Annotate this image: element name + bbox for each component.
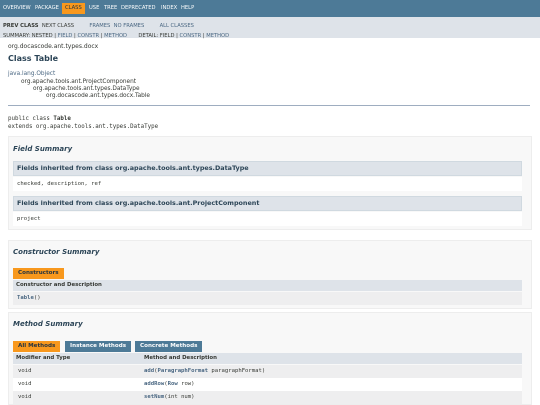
nav-use[interactable]: Use xyxy=(89,3,99,14)
nav-index[interactable]: Index xyxy=(161,3,177,14)
sub-navbar: Prev Class Next Class Frames No Frames A… xyxy=(0,17,540,39)
declaration-prefix: public class xyxy=(8,116,54,122)
method-modifier: void xyxy=(18,368,32,374)
fields-inherited-datatype-list: checked, description, ref xyxy=(13,177,522,191)
detail-field: Field xyxy=(159,33,175,39)
constructor-table-link[interactable]: Table xyxy=(17,295,34,301)
next-class-link[interactable]: Next Class xyxy=(42,23,74,29)
inheritance-object-link[interactable]: java.lang.Object xyxy=(8,71,55,77)
method-signature: add(ParagraphFormat paragraphFormat) xyxy=(144,368,266,374)
nav-help[interactable]: Help xyxy=(181,3,194,14)
summary-field-link[interactable]: Field xyxy=(58,33,73,39)
tab-instance-methods[interactable]: Instance Methods xyxy=(65,341,132,352)
constructor-summary-title: Constructor Summary xyxy=(13,248,100,256)
param-type-link[interactable]: Row xyxy=(168,381,178,387)
summary-method-link[interactable]: Method xyxy=(104,33,127,39)
field-summary-title: Field Summary xyxy=(13,145,73,153)
method-params: paragraphFormat) xyxy=(208,368,266,374)
class-declaration: public class Table xyxy=(8,116,71,122)
method-params: int num) xyxy=(167,394,195,400)
inheritance-project-component: org.apache.tools.ant.ProjectComponent xyxy=(21,79,137,85)
tab-all-methods[interactable]: All Methods xyxy=(13,341,61,352)
tab-constructors[interactable]: Constructors xyxy=(13,268,64,279)
param-type-link[interactable]: ParagraphFormat xyxy=(157,368,208,374)
divider xyxy=(8,105,530,106)
detail-constr-link[interactable]: Constr xyxy=(180,33,202,39)
inheritance-data-type: org.apache.tools.ant.types.DataType xyxy=(33,86,140,92)
method-setnum-link[interactable]: setNum xyxy=(144,394,164,400)
table-row: void addRow(Row row) xyxy=(13,378,522,391)
package-name: org.docascode.ant.types.docx xyxy=(8,43,99,50)
summary-label: Summary: xyxy=(3,33,31,39)
frames-link[interactable]: Frames xyxy=(89,23,110,29)
col-method-and-description: Method and Description xyxy=(144,355,217,361)
constructor-params: () xyxy=(33,295,41,301)
method-addrow-link[interactable]: addRow xyxy=(144,381,164,387)
method-signature: setNum(int num) xyxy=(144,394,195,400)
page-title: Class Table xyxy=(8,54,59,63)
method-add-link[interactable]: add xyxy=(144,368,154,374)
nav-package[interactable]: Package xyxy=(35,3,59,14)
tab-concrete-methods[interactable]: Concrete Methods xyxy=(135,341,203,352)
detail-method-link[interactable]: Method xyxy=(206,33,229,39)
nav-tree[interactable]: Tree xyxy=(104,3,117,14)
method-signature: addRow(Row row) xyxy=(144,381,195,387)
nav-class[interactable]: Class xyxy=(62,3,85,14)
detail-label: Detail: xyxy=(138,33,159,39)
method-modifier: void xyxy=(18,381,32,387)
fields-inherited-projectcomponent-list: project xyxy=(13,212,522,226)
fields-inherited-projectcomponent-heading: Fields inherited from class org.apache.t… xyxy=(13,196,522,211)
table-row: Table() xyxy=(13,292,522,305)
method-summary-title: Method Summary xyxy=(13,320,83,328)
no-frames-link[interactable]: No Frames xyxy=(114,23,145,29)
summary-nested: Nested xyxy=(31,33,53,39)
class-extends: extends org.apache.tools.ant.types.DataT… xyxy=(8,124,159,130)
declaration-class-name: Table xyxy=(53,116,71,122)
method-params: row) xyxy=(177,381,195,387)
subnav-row-2: Summary: Nested | Field | Constr | Metho… xyxy=(3,33,230,39)
col-modifier-and-type: Modifier and Type xyxy=(16,355,71,361)
constructor-column-header: Constructor and Description xyxy=(13,280,522,291)
fields-inherited-datatype-heading: Fields inherited from class org.apache.t… xyxy=(13,161,522,176)
all-classes-link[interactable]: All Classes xyxy=(160,23,194,29)
nav-overview[interactable]: Overview xyxy=(3,3,31,14)
prev-class-link[interactable]: Prev Class xyxy=(3,23,39,29)
summary-constr-link[interactable]: Constr xyxy=(77,33,99,39)
method-column-header: Modifier and Type Method and Description xyxy=(13,353,522,364)
method-modifier: void xyxy=(18,394,32,400)
table-row: void add(ParagraphFormat paragraphFormat… xyxy=(13,365,522,378)
table-row: void setNum(int num) xyxy=(13,391,522,404)
inheritance-table: org.docascode.ant.types.docx.Table xyxy=(46,93,150,99)
nav-deprecated[interactable]: Deprecated xyxy=(121,3,156,14)
top-navbar: Overview Package Class Use Tree Deprecat… xyxy=(0,0,540,17)
